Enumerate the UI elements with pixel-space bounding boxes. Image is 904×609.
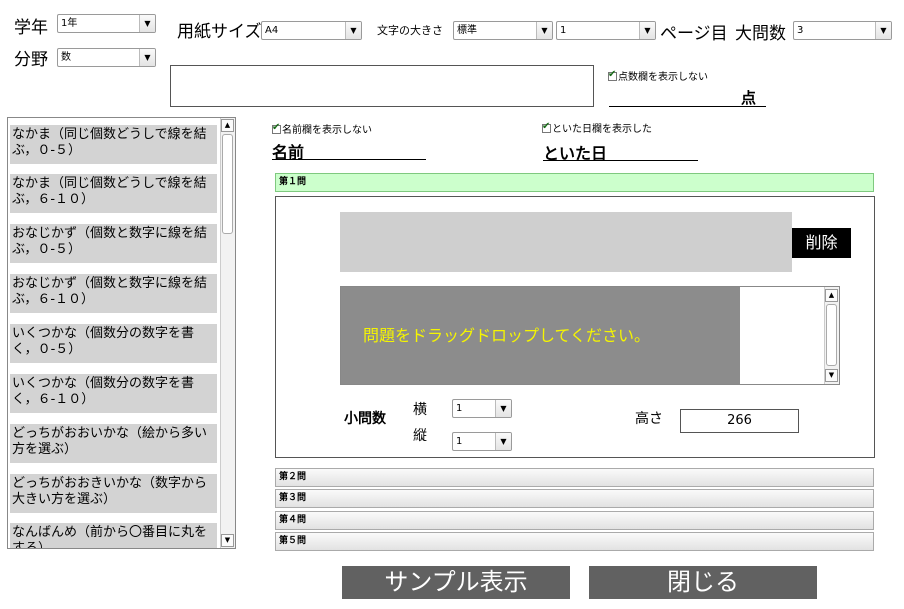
close-button[interactable]: 閉じる: [589, 566, 817, 599]
score-hide-checkbox[interactable]: 点数欄を表示しない: [608, 68, 708, 83]
score-field: 点: [609, 87, 766, 107]
question-1-title-area[interactable]: [340, 212, 792, 272]
list-item[interactable]: いくつかな（個数分の数字を書く，０‐５）: [10, 324, 217, 363]
scroll-up-icon[interactable]: ▲: [221, 119, 234, 132]
date-label: といた日: [543, 144, 608, 163]
name-label: 名前: [272, 143, 305, 162]
vertical-label: 縦: [413, 428, 427, 444]
chevron-down-icon: ▼: [495, 433, 511, 450]
checkbox-checked-icon: [542, 121, 551, 133]
page-select[interactable]: 1 ▼: [556, 21, 656, 40]
paper-size-label: 用紙サイズ: [177, 22, 262, 42]
question-1-panel: 削除 問題をドラッグドロップしてください。 ▲ ▼ 小問数 横 縦 1 ▼ 1 …: [275, 196, 875, 458]
drop-zone-scrollbar[interactable]: ▲ ▼: [824, 287, 839, 384]
list-item[interactable]: おなじかず（個数と数字に線を結ぶ，０‐５）: [10, 224, 217, 263]
page-label: ページ目: [660, 24, 728, 44]
list-item[interactable]: いくつかな（個数分の数字を書く，６‐１０）: [10, 374, 217, 413]
chevron-down-icon: ▼: [639, 22, 655, 39]
list-item[interactable]: なんばんめ（前から〇番目に丸をする）: [10, 523, 217, 548]
sample-button[interactable]: サンプル表示: [342, 566, 570, 599]
grade-label: 学年: [14, 18, 48, 38]
question-1-header[interactable]: 第１問: [275, 173, 874, 192]
grade-select-value: 1年: [61, 18, 78, 29]
big-questions-select[interactable]: 3 ▼: [793, 21, 892, 40]
question-4-header[interactable]: 第４問: [275, 511, 874, 530]
chevron-down-icon: ▼: [495, 400, 511, 417]
list-item[interactable]: なかま（同じ個数どうしで線を結ぶ，６‐１０）: [10, 174, 217, 213]
scroll-thumb[interactable]: [222, 134, 233, 234]
name-field: 名前: [272, 139, 426, 162]
field-select-value: 数: [61, 52, 71, 63]
horizontal-select[interactable]: 1 ▼: [452, 399, 512, 418]
font-size-select[interactable]: 標準 ▼: [453, 21, 553, 40]
checkbox-checked-icon: [608, 69, 617, 81]
grade-select[interactable]: 1年 ▼: [57, 14, 156, 33]
font-size-label: 文字の大きさ: [377, 24, 443, 37]
title-input[interactable]: [170, 65, 594, 107]
name-hide-checkbox[interactable]: 名前欄を表示しない: [272, 121, 372, 136]
list-item[interactable]: どっちがおおきいかな（数字から大きい方を選ぶ）: [10, 474, 217, 513]
horizontal-label: 横: [413, 402, 427, 418]
chevron-down-icon: ▼: [139, 15, 155, 32]
chevron-down-icon: ▼: [536, 22, 552, 39]
scroll-up-icon[interactable]: ▲: [825, 289, 838, 302]
scroll-down-icon[interactable]: ▼: [825, 369, 838, 382]
drop-hint: 問題をドラッグドロップしてください。: [341, 287, 740, 384]
score-unit: 点: [740, 89, 756, 107]
chevron-down-icon: ▼: [875, 22, 891, 39]
list-scrollbar[interactable]: ▲ ▼: [220, 118, 235, 548]
question-2-header[interactable]: 第２問: [275, 468, 874, 487]
name-hide-label: 名前欄を表示しない: [282, 125, 372, 136]
list-item[interactable]: おなじかず（個数と数字に線を結ぶ，６‐１０）: [10, 274, 217, 313]
date-hide-checkbox[interactable]: といた日欄を表示した: [542, 120, 652, 135]
vertical-select[interactable]: 1 ▼: [452, 432, 512, 451]
big-questions-value: 3: [797, 25, 804, 36]
sub-question-label: 小問数: [344, 411, 386, 427]
field-label: 分野: [14, 50, 48, 70]
list-item[interactable]: どっちがおおいかな（絵から多い方を選ぶ）: [10, 424, 217, 463]
scroll-thumb[interactable]: [826, 304, 837, 366]
question-3-header[interactable]: 第３問: [275, 489, 874, 508]
list-item[interactable]: なかま（同じ個数どうしで線を結ぶ，０‐５）: [10, 125, 217, 164]
paper-size-value: A4: [265, 25, 279, 36]
date-field: といた日: [543, 140, 698, 163]
score-hide-label: 点数欄を表示しない: [618, 72, 708, 83]
drop-zone[interactable]: 問題をドラッグドロップしてください。 ▲ ▼: [340, 286, 840, 385]
problem-list[interactable]: なかま（同じ個数どうしで線を結ぶ，０‐５） なかま（同じ個数どうしで線を結ぶ，６…: [7, 117, 236, 549]
font-size-value: 標準: [457, 25, 477, 36]
chevron-down-icon: ▼: [345, 22, 361, 39]
height-label: 高さ: [635, 411, 663, 427]
horizontal-select-value: 1: [456, 403, 463, 414]
height-input[interactable]: 266: [680, 409, 799, 433]
vertical-select-value: 1: [456, 436, 463, 447]
delete-button[interactable]: 削除: [792, 228, 851, 258]
scroll-down-icon[interactable]: ▼: [221, 534, 234, 547]
chevron-down-icon: ▼: [139, 49, 155, 66]
field-select[interactable]: 数 ▼: [57, 48, 156, 67]
paper-size-select[interactable]: A4 ▼: [261, 21, 362, 40]
question-5-header[interactable]: 第５問: [275, 532, 874, 551]
checkbox-checked-icon: [272, 122, 281, 134]
page-select-value: 1: [560, 25, 567, 36]
date-hide-label: といた日欄を表示した: [552, 124, 652, 135]
big-questions-label: 大問数: [735, 24, 786, 44]
